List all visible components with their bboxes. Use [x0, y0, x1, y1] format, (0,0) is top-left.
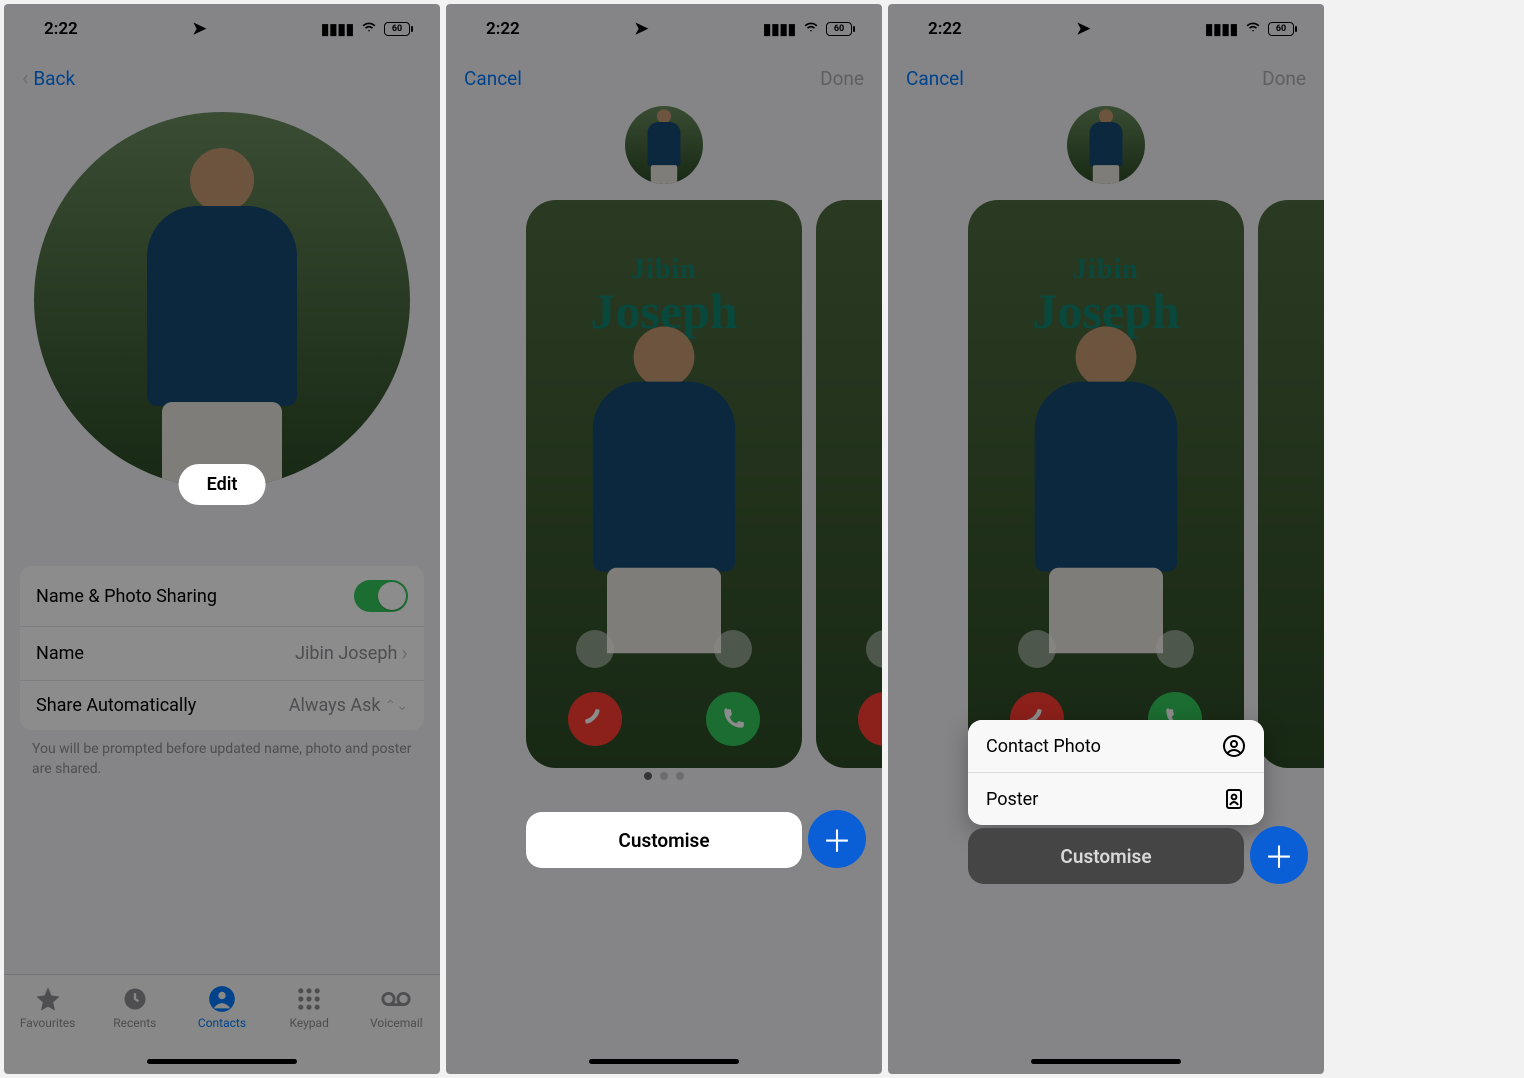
person-circle-icon [207, 985, 237, 1013]
poster-carousel[interactable]: Jibin Joseph Jibin Joseph [446, 200, 882, 780]
row-name-photo-sharing: Name & Photo Sharing [20, 566, 424, 626]
tab-keypad[interactable]: Keypad [270, 985, 348, 1030]
wifi-icon [802, 20, 820, 38]
poster-card[interactable]: Jibin Joseph [526, 200, 802, 768]
contact-avatar-small[interactable] [625, 106, 703, 184]
nav-bar: Cancel Done [888, 54, 1324, 102]
cellular-icon: ▮▮▮▮ [321, 20, 354, 38]
location-icon: ➤ [192, 19, 206, 39]
location-icon: ➤ [1076, 19, 1090, 39]
contact-avatar[interactable] [4, 112, 440, 488]
star-icon [33, 985, 63, 1013]
row-value: Jibin Joseph [295, 643, 397, 664]
cancel-button[interactable]: Cancel [464, 67, 522, 90]
poster-icon [1222, 787, 1246, 811]
keypad-icon [294, 985, 324, 1013]
customise-button[interactable]: Customise [968, 828, 1244, 884]
row-value: Always Ask [289, 695, 381, 716]
footnote: You will be prompted before updated name… [4, 730, 440, 789]
row-share-automatically[interactable]: Share Automatically Always Ask ⌃⌄ [20, 680, 424, 730]
home-indicator[interactable] [1031, 1059, 1181, 1064]
edit-button[interactable]: Edit [179, 464, 266, 505]
plus-icon: ＋ [1264, 833, 1294, 877]
chevron-left-icon: ‹ [22, 66, 29, 91]
sharing-toggle[interactable] [354, 580, 408, 612]
customise-popup-menu: Contact Photo Poster [968, 720, 1264, 825]
nav-bar: ‹ Back [4, 54, 440, 102]
status-time: 2:22 [928, 19, 962, 39]
cellular-icon: ▮▮▮▮ [763, 20, 796, 38]
add-poster-button[interactable]: ＋ [1250, 826, 1308, 884]
nav-bar: Cancel Done [446, 54, 882, 102]
status-bar: 2:22 ➤ ▮▮▮▮ 60 [888, 4, 1324, 54]
row-name[interactable]: Name Jibin Joseph › [20, 626, 424, 680]
voicemail-icon [381, 985, 411, 1013]
battery-icon: 60 [384, 22, 410, 36]
wifi-icon [1244, 20, 1262, 38]
back-button[interactable]: ‹ Back [22, 66, 75, 91]
screen-poster-customise-menu: 2:22 ➤ ▮▮▮▮ 60 Cancel Done Jibin Joseph … [888, 4, 1324, 1074]
person-circle-icon [1222, 734, 1246, 758]
tab-recents[interactable]: Recents [96, 985, 174, 1030]
row-label: Name [36, 643, 84, 664]
accept-call-button [706, 692, 760, 746]
tab-voicemail[interactable]: Voicemail [357, 985, 435, 1030]
settings-group: Name & Photo Sharing Name Jibin Joseph ›… [20, 566, 424, 730]
clock-icon [120, 985, 150, 1013]
reminder-icon [576, 630, 614, 668]
done-button[interactable]: Done [820, 67, 864, 90]
status-time: 2:22 [486, 19, 520, 39]
status-bar: 2:22 ➤ ▮▮▮▮ 60 [4, 4, 440, 54]
customise-button[interactable]: Customise [526, 812, 802, 868]
menu-contact-photo[interactable]: Contact Photo [968, 720, 1264, 772]
row-label: Share Automatically [36, 695, 196, 716]
cellular-icon: ▮▮▮▮ [1205, 20, 1238, 38]
chevron-right-icon: › [401, 641, 408, 666]
status-bar: 2:22 ➤ ▮▮▮▮ 60 [446, 4, 882, 54]
page-dots [644, 772, 684, 780]
cancel-button[interactable]: Cancel [906, 67, 964, 90]
battery-icon: 60 [1268, 22, 1294, 36]
poster-card-next[interactable]: Jibin Joseph [816, 200, 882, 768]
screen-poster-customise: 2:22 ➤ ▮▮▮▮ 60 Cancel Done Jibin Joseph … [446, 4, 882, 1074]
wifi-icon [360, 20, 378, 38]
row-label: Name & Photo Sharing [36, 586, 217, 607]
plus-icon: ＋ [822, 817, 852, 861]
tab-favourites[interactable]: Favourites [9, 985, 87, 1030]
home-indicator[interactable] [147, 1059, 297, 1064]
decline-call-button [568, 692, 622, 746]
poster-card-next[interactable]: Jibin Joseph [1258, 200, 1324, 768]
battery-icon: 60 [826, 22, 852, 36]
contact-avatar-small[interactable] [1067, 106, 1145, 184]
updown-icon: ⌃⌄ [385, 698, 408, 714]
location-icon: ➤ [634, 19, 648, 39]
poster-card[interactable]: Jibin Joseph [968, 200, 1244, 768]
message-icon [714, 630, 752, 668]
add-poster-button[interactable]: ＋ [808, 810, 866, 868]
home-indicator[interactable] [589, 1059, 739, 1064]
status-time: 2:22 [44, 19, 78, 39]
poster-carousel[interactable]: Jibin Joseph Jibin Joseph [888, 200, 1324, 780]
done-button[interactable]: Done [1262, 67, 1306, 90]
menu-poster[interactable]: Poster [968, 772, 1264, 825]
screen-contact-photo-settings: 2:22 ➤ ▮▮▮▮ 60 ‹ Back Edit Name & Photo … [4, 4, 440, 1074]
tab-contacts[interactable]: Contacts [183, 985, 261, 1030]
